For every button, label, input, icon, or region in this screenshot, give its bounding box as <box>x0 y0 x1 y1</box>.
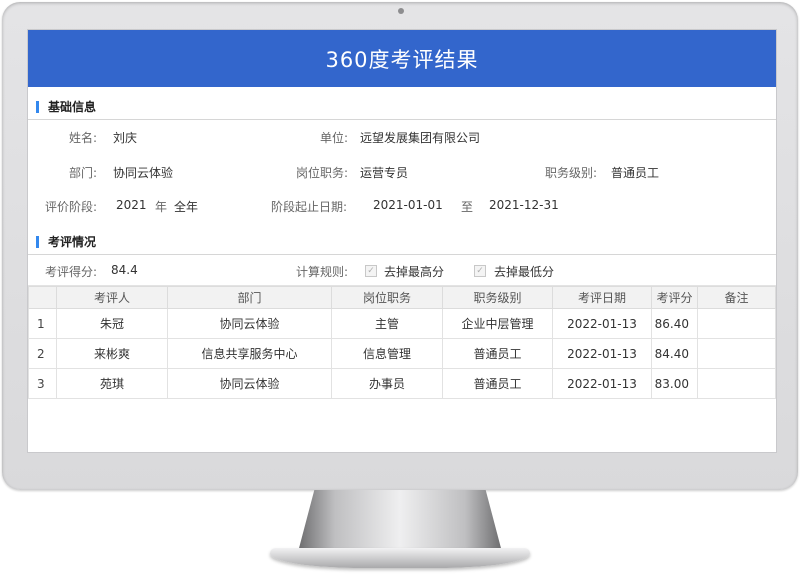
unit-label: 单位: <box>320 131 349 145</box>
col-date[interactable]: 考评日期 <box>552 286 652 309</box>
cell-post: 办事员 <box>331 368 443 399</box>
cell-evaluator: 苑琪 <box>56 368 168 399</box>
col-index <box>28 286 57 309</box>
cell-index: 1 <box>28 308 57 339</box>
drop-max-checkbox[interactable]: ✓ <box>365 265 377 277</box>
cell-remark <box>697 338 776 369</box>
drop-min-label: 去掉最低分 <box>494 265 555 279</box>
checkmark-icon: ✓ <box>476 266 484 276</box>
table-row[interactable]: 3 苑琪 协同云体验 办事员 普通员工 2022-01-13 83.00 <box>28 368 776 399</box>
cell-post: 信息管理 <box>331 338 443 369</box>
cell-remark <box>697 368 776 399</box>
col-level[interactable]: 职务级别 <box>442 286 553 309</box>
col-post[interactable]: 岗位职务 <box>331 286 443 309</box>
score-row: 考评得分: 84.4 计算规则: ✓ 去掉最高分 ✓ 去掉最低分 <box>28 255 776 286</box>
camera-icon <box>398 8 404 14</box>
cell-level: 普通员工 <box>442 338 553 369</box>
date-start: 2021-01-01 <box>373 198 443 212</box>
unit-value: 远望发展集团有限公司 <box>360 131 481 145</box>
date-range-label: 阶段起止日期: <box>271 200 348 214</box>
cell-date: 2022-01-13 <box>552 308 652 339</box>
dept-value: 协同云体验 <box>113 166 174 180</box>
score-value: 84.4 <box>111 263 138 277</box>
basic-info-panel: 姓名: 刘庆 单位: 远望发展集团有限公司 部门: 协同云体验 岗位职务: 运营… <box>28 120 776 230</box>
table-row[interactable]: 2 来彬爽 信息共享服务中心 信息管理 普通员工 2022-01-13 84.4… <box>28 338 776 369</box>
col-evaluator[interactable]: 考评人 <box>56 286 168 309</box>
section-basic-info: 基础信息 <box>28 95 776 120</box>
cell-index: 3 <box>28 368 57 399</box>
page-header: 360度考评结果 <box>28 30 776 87</box>
stage-year: 2021 <box>116 198 147 212</box>
drop-min-checkbox[interactable]: ✓ <box>474 265 486 277</box>
stage-label: 评价阶段: <box>45 200 98 214</box>
level-label: 职务级别: <box>545 166 598 180</box>
cell-score: 84.40 <box>651 338 698 369</box>
col-dept[interactable]: 部门 <box>167 286 332 309</box>
section-marker <box>36 101 39 113</box>
cell-level: 企业中层管理 <box>442 308 553 339</box>
cell-index: 2 <box>28 338 57 369</box>
cell-level: 普通员工 <box>442 368 553 399</box>
name-label: 姓名: <box>69 131 98 145</box>
date-end: 2021-12-31 <box>489 198 559 212</box>
cell-score: 83.00 <box>651 368 698 399</box>
stage-period: 全年 <box>174 200 199 214</box>
score-label: 考评得分: <box>45 265 98 279</box>
level-value: 普通员工 <box>611 166 660 180</box>
stage-year-unit: 年 <box>155 200 168 214</box>
page-title: 360度考评结果 <box>325 47 479 72</box>
cell-dept: 协同云体验 <box>167 368 332 399</box>
dept-label: 部门: <box>69 166 98 180</box>
table-header-row: 考评人 部门 岗位职务 职务级别 考评日期 考评分 备注 <box>28 286 776 309</box>
cell-score: 86.40 <box>651 308 698 339</box>
cell-date: 2022-01-13 <box>552 338 652 369</box>
cell-evaluator: 朱冠 <box>56 308 168 339</box>
col-score[interactable]: 考评分 <box>651 286 698 309</box>
post-label: 岗位职务: <box>296 166 349 180</box>
section-marker <box>36 236 39 248</box>
cell-post: 主管 <box>331 308 443 339</box>
section-eval: 考评情况 <box>28 230 776 255</box>
monitor-bezel: 360度考评结果 基础信息 姓名: 刘庆 单位: 远望发展集团有限公司 部门: … <box>2 2 798 490</box>
table-row[interactable]: 1 朱冠 协同云体验 主管 企业中层管理 2022-01-13 86.40 <box>28 308 776 339</box>
rule-label: 计算规则: <box>296 265 349 279</box>
drop-max-label: 去掉最高分 <box>384 265 445 279</box>
monitor-stand-base <box>270 548 530 568</box>
cell-date: 2022-01-13 <box>552 368 652 399</box>
cell-dept: 信息共享服务中心 <box>167 338 332 369</box>
cell-evaluator: 来彬爽 <box>56 338 168 369</box>
name-value: 刘庆 <box>113 131 138 145</box>
cell-remark <box>697 308 776 339</box>
col-remark[interactable]: 备注 <box>697 286 776 309</box>
cell-dept: 协同云体验 <box>167 308 332 339</box>
post-value: 运营专员 <box>360 166 409 180</box>
app-screen: 360度考评结果 基础信息 姓名: 刘庆 单位: 远望发展集团有限公司 部门: … <box>27 29 777 453</box>
monitor-stand-neck <box>298 490 502 552</box>
checkmark-icon: ✓ <box>367 266 375 276</box>
evaluation-table: 考评人 部门 岗位职务 职务级别 考评日期 考评分 备注 1 朱冠 协同云体验 … <box>28 286 776 399</box>
date-to: 至 <box>461 200 474 214</box>
section-basic-title: 基础信息 <box>48 100 97 114</box>
section-eval-title: 考评情况 <box>48 235 97 249</box>
